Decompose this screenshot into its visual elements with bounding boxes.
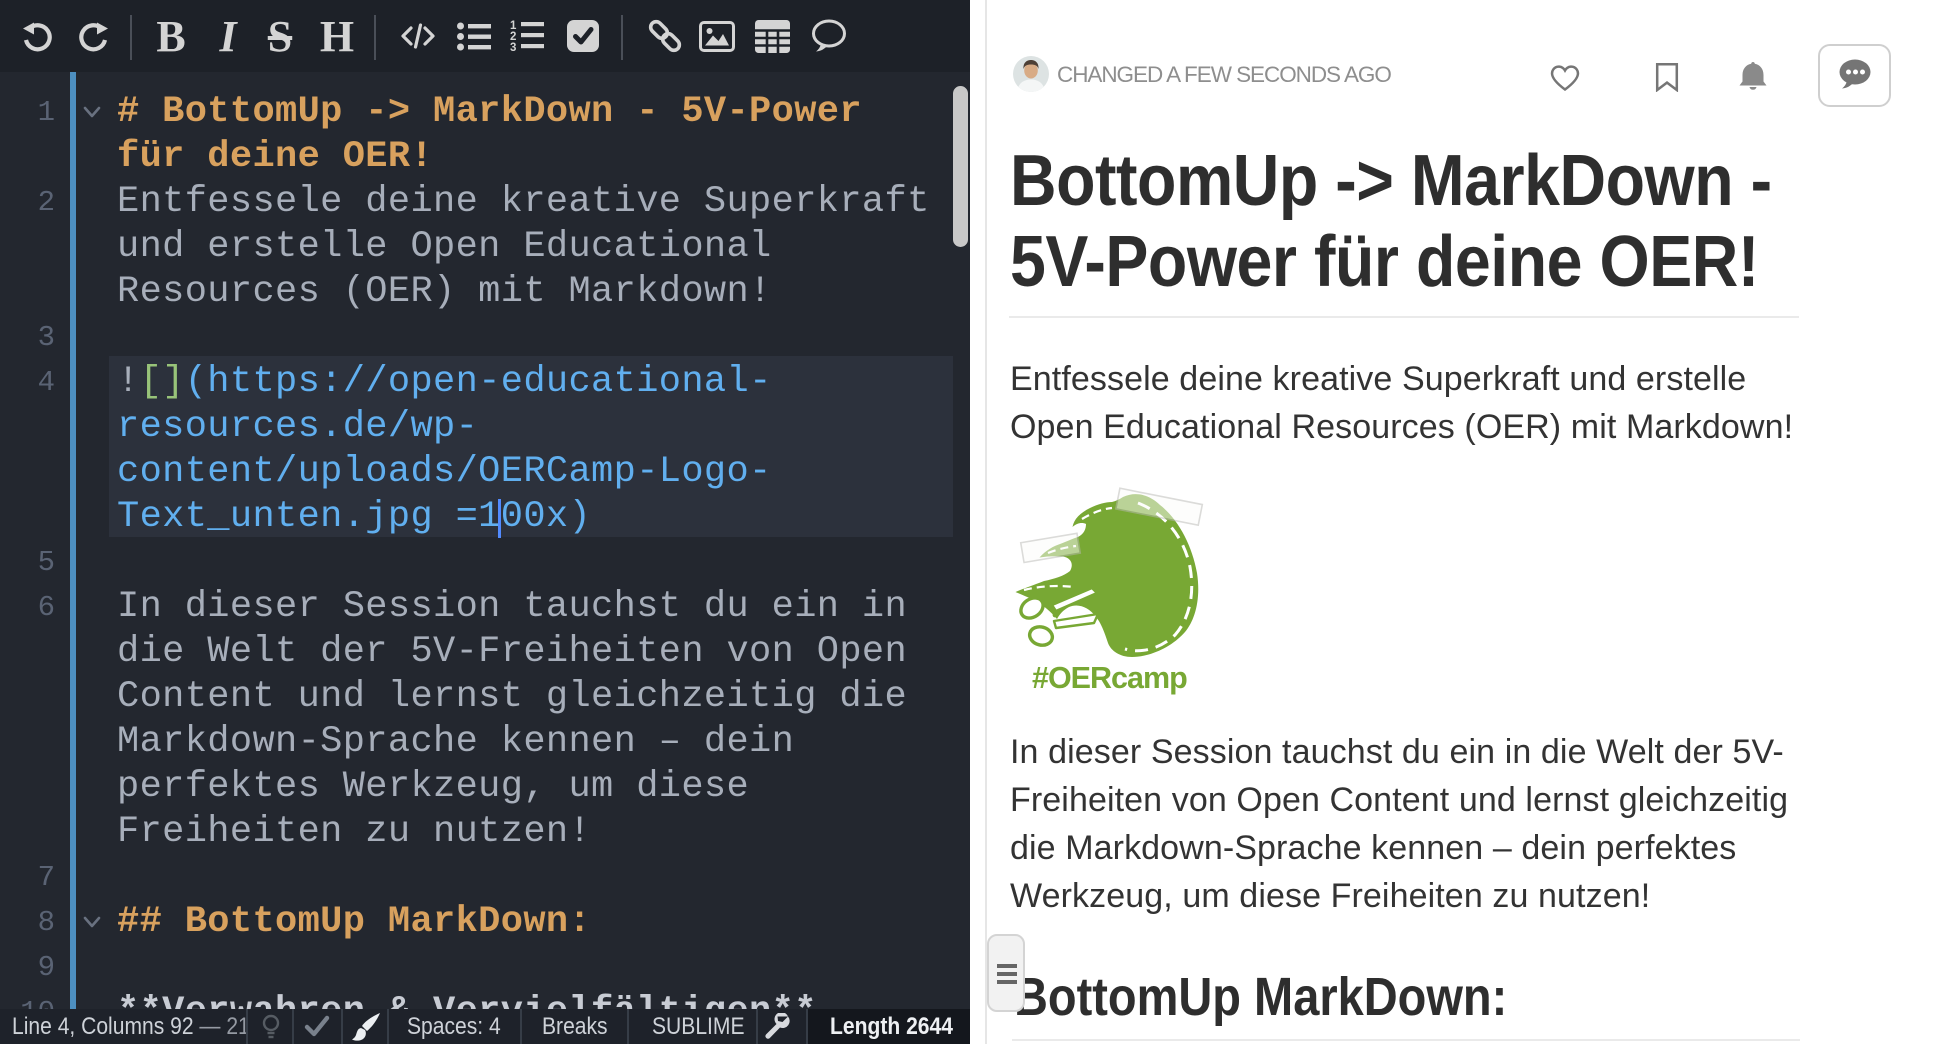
svg-text:3: 3 <box>510 42 516 52</box>
